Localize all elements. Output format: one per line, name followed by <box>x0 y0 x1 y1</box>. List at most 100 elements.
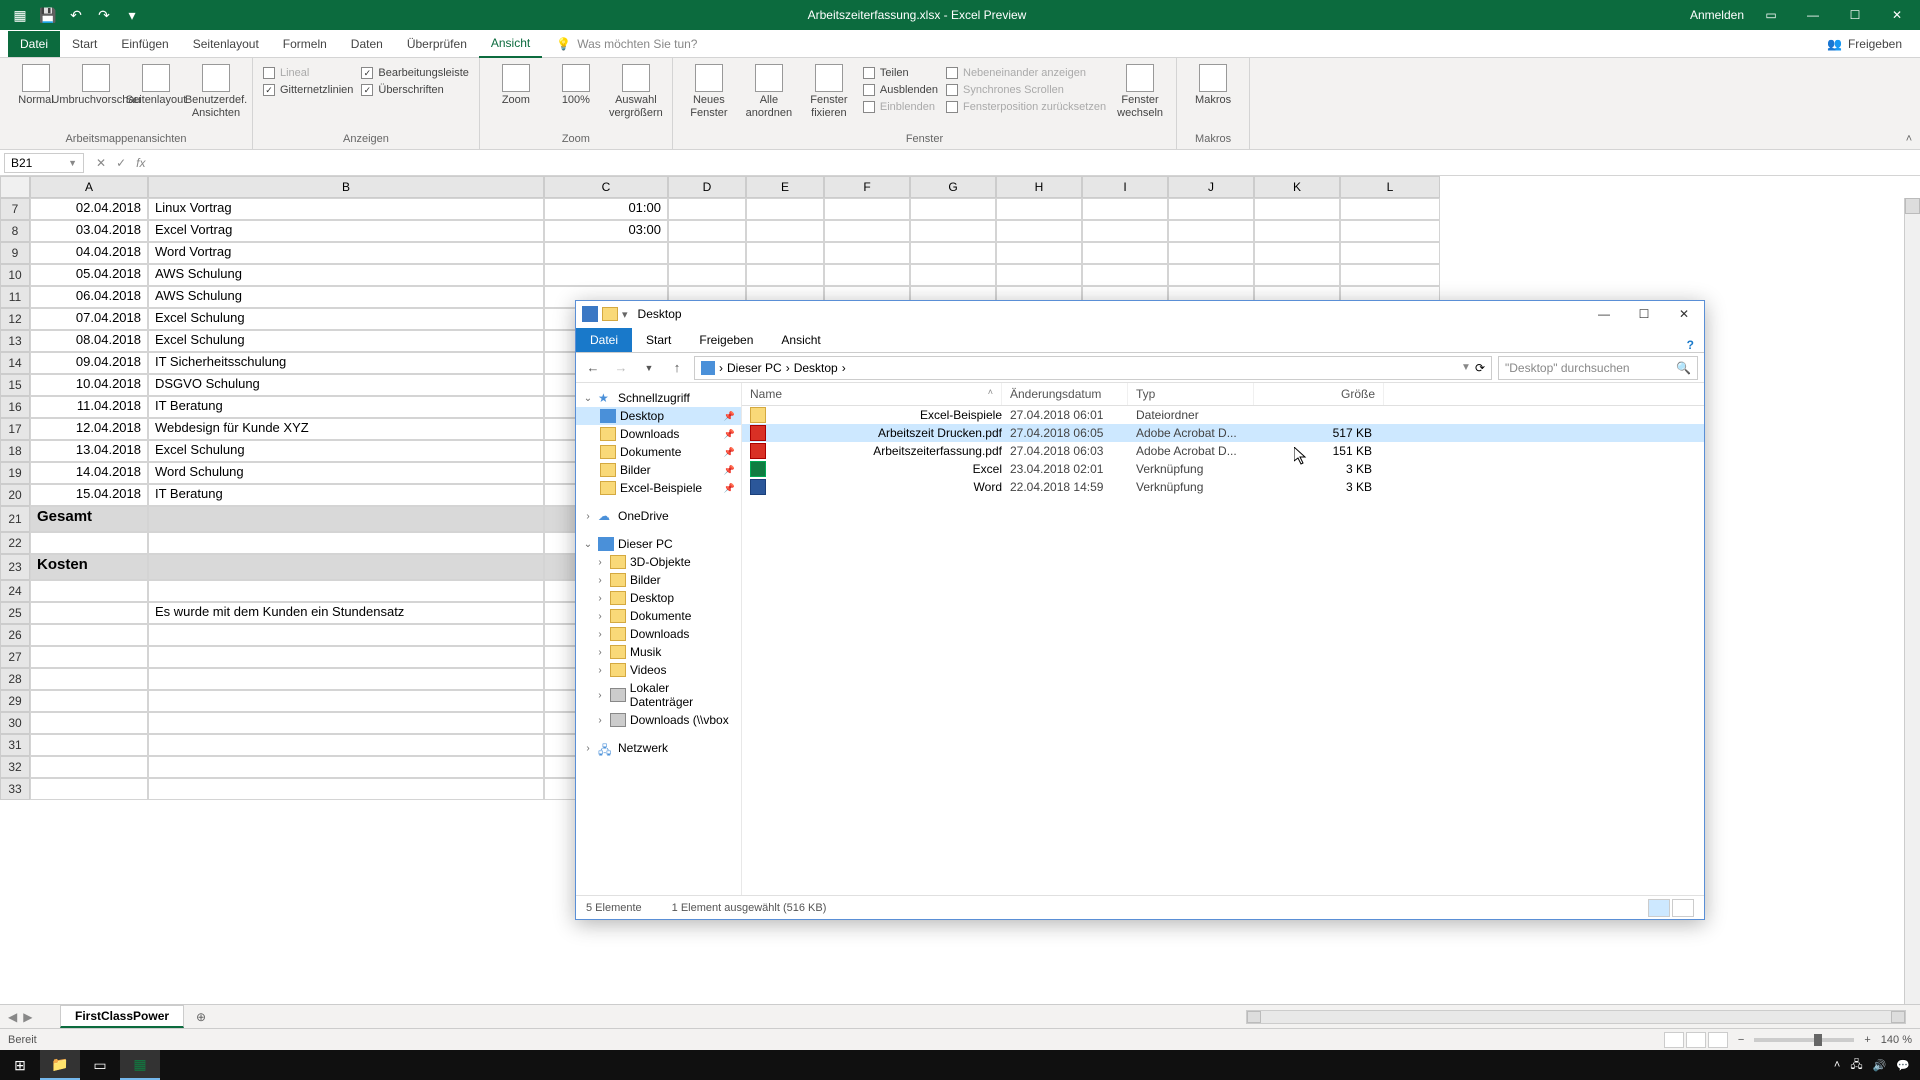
cell[interactable] <box>1254 242 1340 264</box>
column-header-E[interactable]: E <box>746 176 824 198</box>
cell[interactable]: 03.04.2018 <box>30 220 148 242</box>
tree-excel-beispiele[interactable]: Excel-Beispiele📌 <box>576 479 741 497</box>
back-icon[interactable]: ← <box>582 357 604 379</box>
cell[interactable]: Excel Vortrag <box>148 220 544 242</box>
cell[interactable] <box>544 264 668 286</box>
tab-ansicht[interactable]: Ansicht <box>479 30 542 58</box>
explorer-minimize-icon[interactable]: — <box>1584 301 1624 327</box>
cell[interactable]: IT Sicherheitsschulung <box>148 352 544 374</box>
cell[interactable] <box>148 554 544 580</box>
cell[interactable] <box>1082 242 1168 264</box>
cell[interactable] <box>1340 242 1440 264</box>
cell[interactable] <box>824 198 910 220</box>
row-header[interactable]: 26 <box>0 624 30 646</box>
row-header[interactable]: 16 <box>0 396 30 418</box>
cell[interactable]: 10.04.2018 <box>30 374 148 396</box>
cell[interactable] <box>910 198 996 220</box>
cell[interactable]: 09.04.2018 <box>30 352 148 374</box>
explorer-maximize-icon[interactable]: ☐ <box>1624 301 1664 327</box>
headings-checkbox[interactable]: ✓Überschriften <box>359 83 471 97</box>
normal-view-icon[interactable] <box>1664 1032 1684 1048</box>
cell[interactable] <box>148 532 544 554</box>
add-sheet-icon[interactable]: ⊕ <box>190 1010 212 1024</box>
new-window-button[interactable]: Neues Fenster <box>681 62 737 120</box>
name-box[interactable]: B21▼ <box>4 153 84 173</box>
cell[interactable] <box>30 756 148 778</box>
close-icon[interactable]: ✕ <box>1882 3 1912 27</box>
cell[interactable] <box>148 690 544 712</box>
cell[interactable]: 11.04.2018 <box>30 396 148 418</box>
save-icon[interactable]: 💾 <box>36 3 60 27</box>
tree-onedrive[interactable]: ›☁OneDrive <box>576 507 741 525</box>
cell[interactable] <box>668 198 746 220</box>
file-row[interactable]: Arbeitszeiterfassung.pdf27.04.2018 06:03… <box>742 442 1704 460</box>
column-header-I[interactable]: I <box>1082 176 1168 198</box>
tree-pc-desktop[interactable]: ›Desktop <box>576 589 741 607</box>
tree-downloads[interactable]: Downloads📌 <box>576 425 741 443</box>
cell[interactable] <box>824 264 910 286</box>
explorer-file-list[interactable]: Name˄ Änderungsdatum Typ Größe Excel-Bei… <box>742 383 1704 895</box>
cell[interactable] <box>544 242 668 264</box>
taskbar-app-icon[interactable]: ▭ <box>80 1050 120 1080</box>
scroll-right-icon[interactable] <box>1891 1011 1905 1023</box>
header-date[interactable]: Änderungsdatum <box>1002 383 1128 405</box>
tree-local-disk[interactable]: ›Lokaler Datenträger <box>576 679 741 711</box>
zoom-out-icon[interactable]: − <box>1738 1034 1744 1046</box>
row-header[interactable]: 25 <box>0 602 30 624</box>
cell[interactable] <box>1254 198 1340 220</box>
cell[interactable] <box>30 624 148 646</box>
fx-icon[interactable]: fx <box>136 156 145 170</box>
tree-pc-downloads[interactable]: ›Downloads <box>576 625 741 643</box>
column-header-D[interactable]: D <box>668 176 746 198</box>
custom-views-button[interactable]: Benutzerdef. Ansichten <box>188 62 244 120</box>
cell[interactable] <box>1254 220 1340 242</box>
cell[interactable]: 01:00 <box>544 198 668 220</box>
cell[interactable]: DSGVO Schulung <box>148 374 544 396</box>
row-header[interactable]: 13 <box>0 330 30 352</box>
cell[interactable] <box>30 734 148 756</box>
row-header[interactable]: 10 <box>0 264 30 286</box>
cell[interactable] <box>30 778 148 800</box>
explorer-tree[interactable]: ⌄★Schnellzugriff Desktop📌 Downloads📌 Dok… <box>576 383 742 895</box>
row-header[interactable]: 18 <box>0 440 30 462</box>
cell[interactable] <box>824 220 910 242</box>
zoom-level[interactable]: 140 % <box>1881 1034 1912 1046</box>
explorer-help-icon[interactable]: ? <box>1687 338 1704 352</box>
cell[interactable]: Webdesign für Kunde XYZ <box>148 418 544 440</box>
redo-icon[interactable]: ↷ <box>92 3 116 27</box>
formulabar-checkbox[interactable]: ✓Bearbeitungsleiste <box>359 66 471 80</box>
share-button[interactable]: 👥 Freigeben <box>1827 37 1920 51</box>
cell[interactable] <box>1168 242 1254 264</box>
scroll-up-icon[interactable] <box>1905 198 1920 214</box>
column-header-B[interactable]: B <box>148 176 544 198</box>
file-row[interactable]: Word22.04.2018 14:59Verknüpfung3 KB <box>742 478 1704 496</box>
qat-dropdown-icon[interactable]: ▾ <box>622 308 628 321</box>
header-size[interactable]: Größe <box>1254 383 1384 405</box>
cell[interactable]: Word Vortrag <box>148 242 544 264</box>
qat-customize-icon[interactable]: ▾ <box>120 3 144 27</box>
row-header[interactable]: 33 <box>0 778 30 800</box>
undo-icon[interactable]: ↶ <box>64 3 88 27</box>
cell[interactable] <box>824 242 910 264</box>
sheet-nav-next-icon[interactable]: ▶ <box>23 1010 32 1024</box>
address-path[interactable]: › Dieser PC › Desktop › ▼ ⟳ <box>694 356 1492 380</box>
select-all-cell[interactable] <box>0 176 30 198</box>
column-header-G[interactable]: G <box>910 176 996 198</box>
taskbar-excel-icon[interactable]: ▦ <box>120 1050 160 1080</box>
tab-seitenlayout[interactable]: Seitenlayout <box>181 31 271 57</box>
cell[interactable]: 06.04.2018 <box>30 286 148 308</box>
zoom-slider[interactable] <box>1754 1038 1854 1042</box>
cell[interactable] <box>996 264 1082 286</box>
cell[interactable] <box>30 690 148 712</box>
cell[interactable] <box>910 242 996 264</box>
row-header[interactable]: 20 <box>0 484 30 506</box>
details-view-icon[interactable] <box>1648 899 1670 917</box>
cell[interactable] <box>996 220 1082 242</box>
sheet-tab[interactable]: FirstClassPower <box>60 1005 184 1028</box>
pagelayout-view-icon[interactable] <box>1686 1032 1706 1048</box>
cell[interactable] <box>746 198 824 220</box>
cell[interactable]: Excel Schulung <box>148 308 544 330</box>
cell[interactable]: Es wurde mit dem Kunden ein Stundensatz <box>148 602 544 624</box>
cell[interactable] <box>1168 264 1254 286</box>
tree-pc-pictures[interactable]: ›Bilder <box>576 571 741 589</box>
